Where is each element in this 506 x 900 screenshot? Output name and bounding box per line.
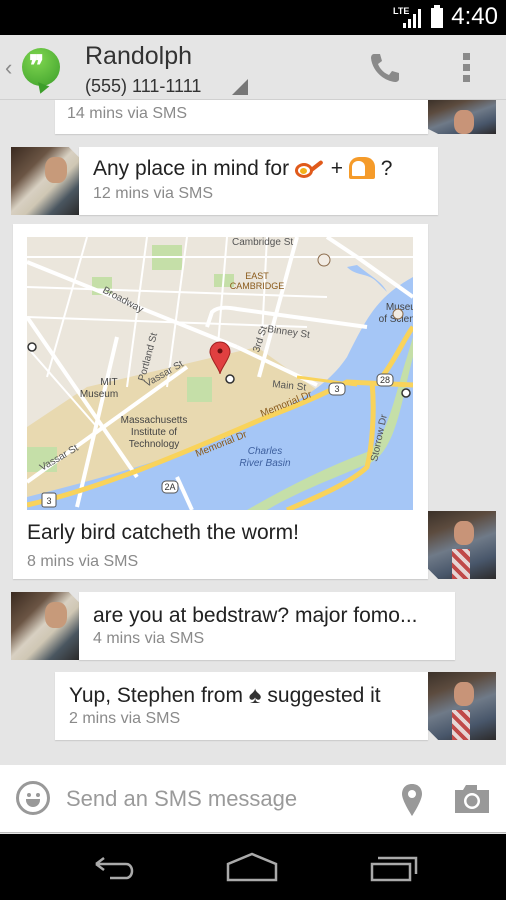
message-meta: 12 mins via SMS bbox=[93, 185, 214, 202]
map-label: CAMBRIDGE bbox=[230, 281, 285, 291]
self-avatar[interactable] bbox=[428, 100, 496, 134]
compose-bar bbox=[0, 765, 506, 833]
message-meta: 2 mins via SMS bbox=[69, 710, 181, 727]
map-label: 28 bbox=[380, 375, 390, 385]
camera-icon[interactable] bbox=[453, 784, 491, 814]
action-bar: ‹ ❞ Randolph (555) 111-1111 bbox=[0, 35, 506, 100]
map-label: Cambridge St bbox=[232, 237, 293, 248]
message-bubble[interactable]: Yup, Stephen from ♠ suggested it 2 mins … bbox=[55, 672, 428, 740]
phone-call-icon[interactable] bbox=[367, 50, 403, 86]
contact-number[interactable]: (555) 111-1111 bbox=[85, 76, 201, 97]
contact-avatar[interactable] bbox=[11, 592, 79, 660]
map-label: Charles bbox=[248, 446, 282, 457]
overflow-menu-icon[interactable] bbox=[456, 53, 476, 85]
map-label: EAST bbox=[245, 271, 269, 281]
clock: 4:40 bbox=[451, 3, 498, 30]
message-bubble[interactable]: are you at bedstraw? major fomo... 4 min… bbox=[79, 592, 455, 660]
frying-pan-icon bbox=[294, 157, 325, 179]
bread-icon bbox=[348, 157, 375, 179]
hangouts-logo-icon[interactable]: ❞ bbox=[22, 48, 60, 86]
message-meta: 4 mins via SMS bbox=[93, 630, 205, 647]
message-text: Yup, Stephen from ♠ suggested it bbox=[69, 682, 381, 709]
spade-icon: ♠ bbox=[248, 682, 262, 709]
message-bubble[interactable]: Any place in mind for + ? 12 mins via SM… bbox=[79, 147, 438, 215]
map-label: River Basin bbox=[239, 458, 291, 469]
status-bar: LTE 4:40 bbox=[0, 0, 506, 35]
map-label: 2A bbox=[164, 482, 175, 492]
map-label: Massachusetts bbox=[121, 415, 188, 426]
contact-name[interactable]: Randolph bbox=[85, 42, 192, 71]
map-label: 3 bbox=[46, 496, 51, 506]
up-caret-icon[interactable]: ‹ bbox=[5, 55, 12, 81]
map-label: Institute of bbox=[131, 427, 177, 438]
battery-icon bbox=[431, 5, 443, 28]
message-text: are you at bedstraw? major fomo... bbox=[93, 604, 418, 627]
recent-apps-icon[interactable] bbox=[364, 848, 424, 888]
contact-avatar[interactable] bbox=[11, 147, 79, 215]
number-dropdown-icon[interactable] bbox=[232, 79, 248, 95]
message-bubble[interactable]: 14 mins via SMS bbox=[55, 100, 428, 134]
self-avatar[interactable] bbox=[428, 511, 496, 579]
map-attachment[interactable]: 3 28 2A 3 Cambridge St 3rd St Binney St … bbox=[27, 237, 413, 510]
location-pin-icon[interactable] bbox=[399, 782, 425, 818]
self-avatar[interactable] bbox=[428, 672, 496, 740]
signal-icon bbox=[403, 9, 421, 28]
message-text: Any place in mind for + ? bbox=[93, 157, 393, 180]
back-icon[interactable] bbox=[82, 848, 142, 888]
home-icon[interactable] bbox=[222, 848, 282, 888]
message-input[interactable] bbox=[66, 783, 366, 815]
message-meta: 8 mins via SMS bbox=[27, 553, 139, 570]
map-label: 3 bbox=[334, 384, 339, 394]
map-label: Technology bbox=[129, 439, 180, 450]
message-text: Early bird catcheth the worm! bbox=[27, 521, 299, 544]
map-label: Museum bbox=[80, 389, 118, 400]
navigation-bar bbox=[0, 834, 506, 900]
emoji-icon[interactable] bbox=[16, 781, 50, 815]
message-meta: 14 mins via SMS bbox=[67, 105, 188, 122]
map-label: MIT bbox=[100, 377, 117, 388]
